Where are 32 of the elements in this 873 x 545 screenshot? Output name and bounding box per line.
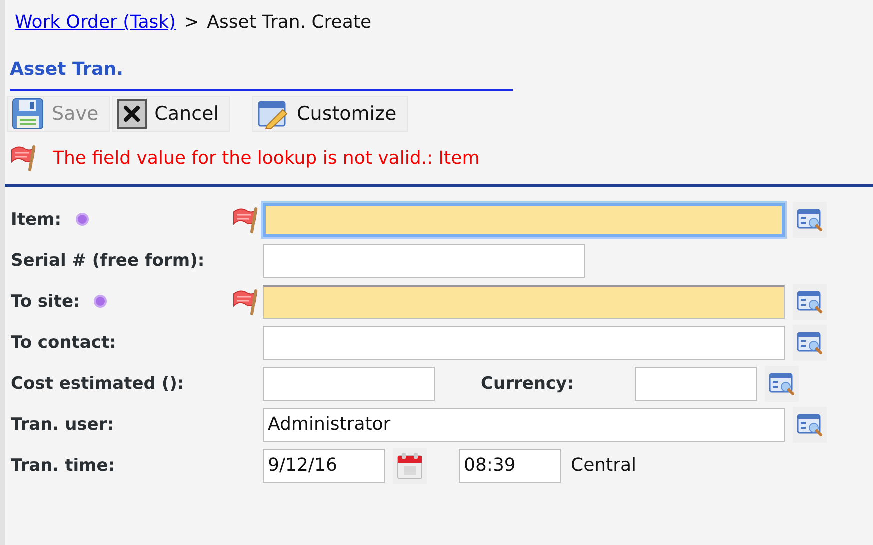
lookup-button[interactable] — [765, 366, 799, 402]
lookup-field[interactable]: Administrator — [263, 408, 785, 442]
field-label: Item: — [11, 210, 62, 230]
breadcrumb-separator: > — [184, 12, 200, 33]
lookup-field[interactable] — [263, 202, 785, 236]
text-field[interactable] — [263, 366, 435, 400]
field-label: Tran. time: — [11, 456, 116, 476]
breadcrumb-current: Asset Tran. Create — [207, 12, 372, 33]
lookup-button[interactable] — [793, 324, 827, 360]
timezone-label: Central — [571, 455, 637, 476]
section-title: Asset Tran. — [10, 59, 513, 91]
lookup-button[interactable] — [793, 284, 827, 320]
lookup-button[interactable] — [793, 406, 827, 442]
calendar-button[interactable] — [393, 448, 427, 484]
field-label: Currency: — [480, 374, 575, 394]
customize-button[interactable]: Customize — [252, 96, 408, 132]
error-message: The field value for the lookup is not valid.: Item — [53, 148, 480, 168]
lookup-field[interactable] — [635, 366, 757, 400]
field-label: Serial # (free form): — [11, 250, 205, 270]
lookup-field[interactable] — [263, 326, 785, 360]
time-field[interactable]: 08:39 — [459, 448, 561, 482]
lookup-button[interactable] — [793, 202, 827, 238]
lookup-field[interactable] — [263, 284, 785, 318]
date-field[interactable]: 9/12/16 — [263, 448, 385, 482]
field-label: To site: — [11, 292, 80, 312]
field-label: To contact: — [11, 332, 116, 352]
text-field[interactable] — [263, 244, 585, 278]
cancel-button[interactable]: Cancel — [112, 96, 230, 132]
breadcrumb-link[interactable]: Work Order (Task) — [15, 12, 176, 33]
field-label: Cost estimated (): — [11, 374, 184, 394]
close-icon — [116, 99, 147, 129]
field-label: Tran. user: — [11, 414, 114, 434]
